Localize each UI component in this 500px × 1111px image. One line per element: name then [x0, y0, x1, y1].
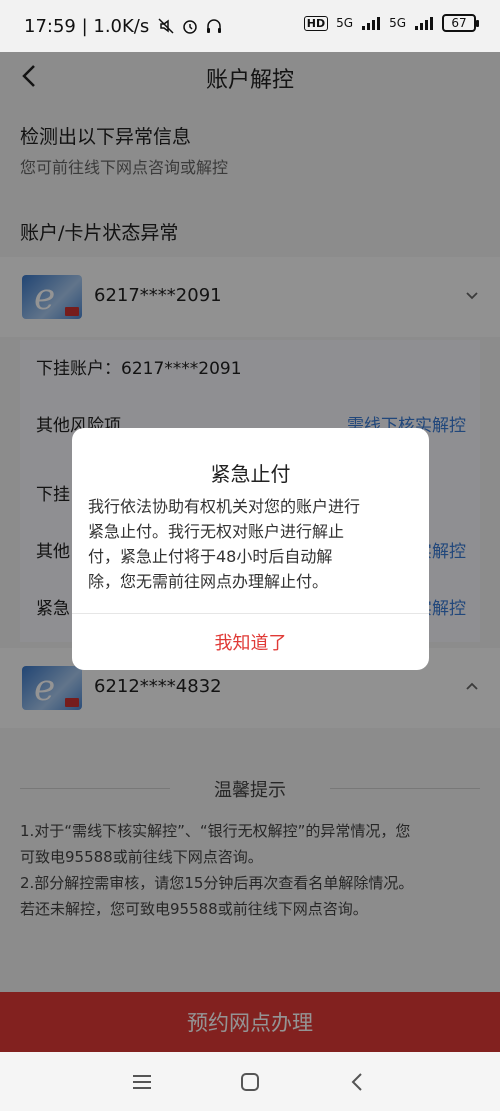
- hd-badge: HD: [303, 15, 329, 31]
- mute-icon: [157, 17, 175, 35]
- signal-icon: [414, 16, 434, 30]
- home-icon[interactable]: [238, 1070, 262, 1094]
- dialog-line: 除，您无需前往网点办理解止付。: [88, 572, 329, 591]
- system-nav-bar: [0, 1052, 500, 1111]
- alarm-icon: [181, 17, 199, 35]
- dialog-title: 紧急止付: [210, 462, 291, 486]
- dialog-line: 我行依法协助有权机关对您的账户进行: [88, 497, 361, 516]
- dialog-line: 付，紧急止付将于48小时后自动解: [88, 547, 333, 566]
- battery-indicator: 67: [442, 14, 479, 32]
- network-5g-2: 5G: [389, 16, 406, 30]
- emergency-stop-dialog: 紧急止付 我行依法协助有权机关对您的账户进行 紧急止付。我行无权对账户进行解止 …: [72, 428, 429, 670]
- network-5g-1: 5G: [336, 16, 354, 30]
- acknowledge-button[interactable]: 我知道了: [72, 614, 429, 670]
- dialog-line: 紧急止付。我行无权对账户进行解止: [88, 522, 345, 541]
- signal-icon: [361, 16, 381, 30]
- status-bar: 17:59 | 1.0K/s HD 5G 5G 67: [0, 0, 500, 52]
- dialog-body: 我行依法协助有权机关对您的账户进行 紧急止付。我行无权对账户进行解止 付，紧急止…: [88, 494, 413, 594]
- headphones-icon: [205, 17, 223, 35]
- status-text: 17:59 | 1.0K/s: [24, 15, 150, 37]
- menu-icon[interactable]: [130, 1070, 154, 1094]
- back-nav-icon[interactable]: [346, 1070, 370, 1094]
